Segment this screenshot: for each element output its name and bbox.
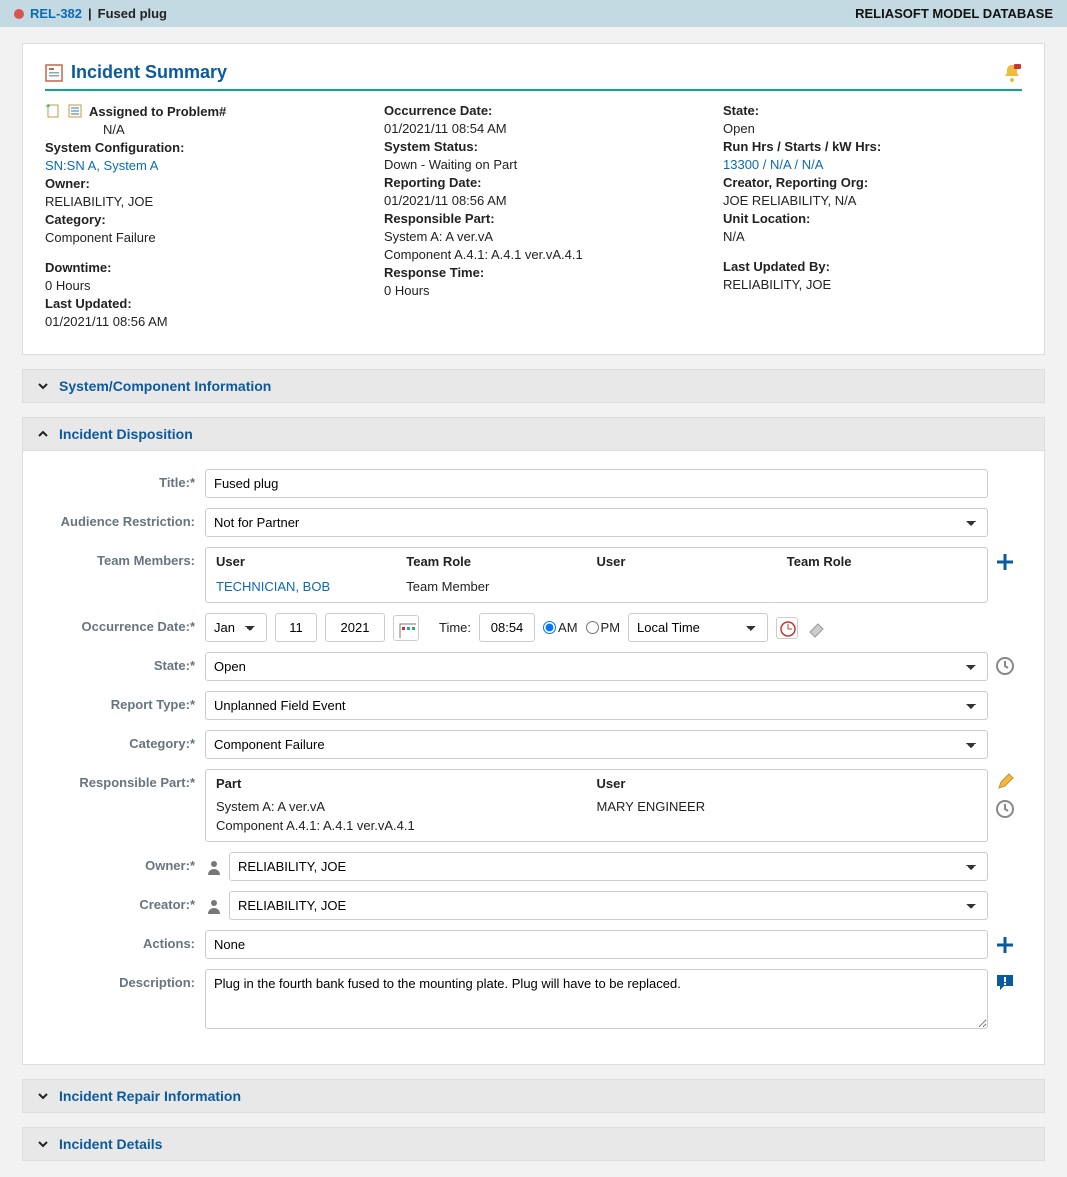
person-icon [205,858,223,876]
summary-grid: Assigned to Problem# N/A System Configur… [45,103,1022,332]
label-actions: Actions: [45,930,205,951]
summary-heading: Incident Summary [71,62,227,83]
eraser-icon[interactable] [806,618,826,638]
creator-select[interactable]: RELIABILITY, JOE [229,891,988,920]
month-select[interactable]: Jan [205,613,267,642]
accordion-system-info[interactable]: System/Component Information [22,369,1045,403]
team-user-link[interactable]: TECHNICIAN, BOB [216,579,406,594]
label-description: Description: [45,969,205,990]
label-title: Title: [45,469,205,490]
chevron-down-icon [37,1138,49,1150]
state-select[interactable]: Open [205,652,988,681]
add-action-icon[interactable] [994,934,1016,956]
assign-list-icon[interactable] [67,103,83,119]
label-team: Team Members: [45,547,205,568]
table-row: TECHNICIAN, BOB Team Member [206,575,987,602]
year-input[interactable] [325,613,385,642]
label-audience: Audience Restriction: [45,508,205,529]
history-icon[interactable] [995,799,1015,819]
record-title: Fused plug [98,6,167,21]
label-part: Responsible Part: [45,769,205,790]
accordion-disposition[interactable]: Incident Disposition [22,417,1045,451]
description-textarea[interactable] [205,969,988,1029]
time-input[interactable] [479,613,535,642]
topbar: REL-382 | Fused plug RELIASOFT MODEL DAT… [0,0,1067,27]
add-team-member-icon[interactable] [994,551,1016,573]
team-members-table: User Team Role User Team Role TECHNICIAN… [205,547,988,603]
clock-icon[interactable] [776,617,798,639]
assign-new-icon[interactable] [45,103,61,119]
edit-icon[interactable] [996,773,1014,791]
category-select[interactable]: Component Failure [205,730,988,759]
status-dot-icon [14,9,24,19]
label-state: State: [45,652,205,673]
system-config-link[interactable]: SN:SN A, System A [45,158,344,173]
accordion-repair-info[interactable]: Incident Repair Information [22,1079,1045,1113]
disposition-body: Title: Audience Restriction: Not for Par… [22,451,1045,1065]
incident-summary-card: Incident Summary Assigned to Problem# N/… [22,43,1045,355]
chevron-down-icon [37,380,49,392]
am-radio[interactable]: AM [543,620,578,635]
record-code[interactable]: REL-382 [30,6,82,21]
summary-icon [45,64,63,82]
label-category: Category: [45,730,205,751]
label-occdate: Occurrence Date: [45,613,205,634]
audience-select[interactable]: Not for Partner [205,508,988,537]
timezone-select[interactable]: Local Time [628,613,768,642]
topbar-left: REL-382 | Fused plug [14,6,167,21]
actions-input[interactable] [205,930,988,959]
title-input[interactable] [205,469,988,498]
day-input[interactable] [275,613,317,642]
report-type-select[interactable]: Unplanned Field Event [205,691,988,720]
owner-select[interactable]: RELIABILITY, JOE [229,852,988,881]
history-icon[interactable] [995,656,1015,676]
comment-alert-icon[interactable] [995,973,1015,993]
run-hrs-link[interactable]: 13300 / N/A / N/A [723,157,1022,172]
chevron-up-icon [37,428,49,440]
app-name: RELIASOFT MODEL DATABASE [855,6,1053,21]
calendar-icon[interactable] [393,615,419,641]
label-creator: Creator: [45,891,205,912]
bell-icon[interactable] [1002,63,1022,83]
label-owner: Owner: [45,852,205,873]
pm-radio[interactable]: PM [586,620,621,635]
person-icon [205,897,223,915]
chevron-down-icon [37,1090,49,1102]
label-report: Report Type: [45,691,205,712]
responsible-part-table: PartUser System A: A ver.vAMARY ENGINEER… [205,769,988,842]
accordion-details[interactable]: Incident Details [22,1127,1045,1161]
